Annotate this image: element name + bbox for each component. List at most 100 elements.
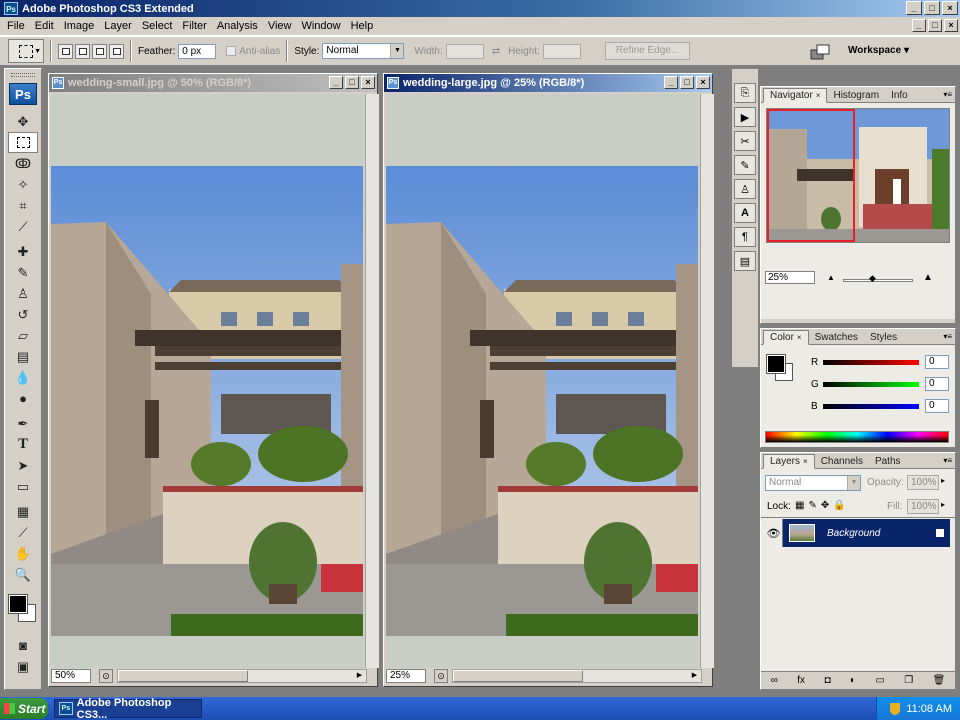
crop-tool-icon[interactable]: ⌗ — [8, 195, 38, 216]
document-title-bar[interactable]: Ps wedding-large.jpg @ 25% (RGB/8*) _ □ … — [384, 74, 712, 92]
green-slider[interactable] — [823, 381, 919, 387]
close-icon[interactable]: × — [797, 333, 802, 342]
zoom-in-icon[interactable]: ▲ — [923, 272, 933, 283]
doc-minimize-button[interactable]: _ — [912, 19, 926, 32]
minimize-button[interactable]: _ — [906, 1, 922, 15]
opacity-input[interactable]: 100% — [907, 475, 939, 490]
green-value-input[interactable]: 0 — [925, 377, 949, 391]
menu-image[interactable]: Image — [59, 20, 100, 32]
menu-filter[interactable]: Filter — [177, 20, 211, 32]
eraser-tool-icon[interactable]: ▱ — [8, 325, 38, 346]
workspace-icon[interactable] — [809, 42, 833, 62]
move-tool-icon[interactable]: ✥ — [8, 111, 38, 132]
menu-analysis[interactable]: Analysis — [212, 20, 263, 32]
notes-tool-icon[interactable]: ▦ — [8, 501, 38, 522]
navigator-zoom-field[interactable]: 25% — [765, 271, 815, 284]
paragraph-icon[interactable]: ¶ — [734, 227, 756, 247]
tab-styles[interactable]: Styles — [864, 331, 903, 344]
feather-input[interactable]: 0 px — [178, 43, 217, 59]
pen-tool-icon[interactable]: ✒ — [8, 413, 38, 434]
tab-histogram[interactable]: Histogram — [827, 89, 885, 102]
scroll-thumb[interactable] — [118, 670, 248, 682]
magic-wand-tool-icon[interactable]: ✧ — [8, 174, 38, 195]
tab-swatches[interactable]: Swatches — [809, 331, 864, 344]
quick-mask-icon[interactable]: ◙ — [8, 635, 38, 656]
trash-icon[interactable]: 🗑 — [933, 675, 946, 686]
style-select[interactable]: Normal ▼ — [322, 43, 405, 59]
tab-layers[interactable]: Layers × — [763, 454, 815, 469]
status-menu-icon[interactable]: ⊙ — [99, 669, 113, 683]
document-canvas[interactable] — [51, 94, 363, 668]
new-layer-icon[interactable]: ❐ — [904, 675, 913, 686]
menu-view[interactable]: View — [263, 20, 297, 32]
width-input[interactable] — [445, 43, 484, 59]
actions-icon[interactable]: ▶ — [734, 107, 756, 127]
add-to-selection-button[interactable] — [75, 43, 90, 59]
layer-mask-icon[interactable]: ◘ — [824, 675, 830, 686]
scroll-thumb[interactable] — [453, 670, 583, 682]
foreground-color-swatch[interactable] — [8, 594, 28, 614]
horizontal-scrollbar[interactable]: ▶ — [117, 669, 367, 683]
zoom-level-field[interactable]: 50% — [51, 669, 91, 683]
chevron-right-icon[interactable]: ▸ — [941, 500, 945, 509]
tab-navigator[interactable]: Navigator × — [763, 88, 828, 103]
shape-tool-icon[interactable]: ▭ — [8, 476, 38, 497]
maximize-button[interactable]: □ — [924, 1, 940, 15]
path-selection-tool-icon[interactable]: ➤ — [8, 455, 38, 476]
screen-mode-icon[interactable]: ▣ — [8, 656, 38, 677]
healing-brush-tool-icon[interactable]: ✚ — [8, 241, 38, 262]
eye-icon[interactable]: 👁 — [765, 519, 783, 547]
clone-stamp-tool-icon[interactable]: ♙ — [8, 283, 38, 304]
document-window-small[interactable]: Ps wedding-small.jpg @ 50% (RGB/8*) _ □ … — [48, 73, 379, 687]
tab-info[interactable]: Info — [885, 89, 914, 102]
tab-paths[interactable]: Paths — [869, 455, 907, 468]
maximize-button[interactable]: □ — [680, 76, 694, 89]
type-tool-icon[interactable]: T — [8, 434, 38, 455]
document-canvas[interactable] — [386, 94, 698, 668]
dodge-tool-icon[interactable]: ● — [8, 388, 38, 409]
marquee-tool-icon[interactable] — [8, 132, 38, 153]
minimize-button[interactable]: _ — [329, 76, 343, 89]
gradient-tool-icon[interactable]: ▤ — [8, 346, 38, 367]
menu-help[interactable]: Help — [346, 20, 379, 32]
panel-menu-icon[interactable]: ▾≡ — [943, 332, 952, 341]
blue-slider[interactable] — [823, 403, 919, 409]
document-title-bar[interactable]: Ps wedding-small.jpg @ 50% (RGB/8*) _ □ … — [49, 74, 377, 92]
maximize-button[interactable]: □ — [345, 76, 359, 89]
doc-close-button[interactable]: × — [944, 19, 958, 32]
menu-file[interactable]: File — [2, 20, 30, 32]
subtract-selection-button[interactable] — [92, 43, 107, 59]
menu-edit[interactable]: Edit — [30, 20, 59, 32]
red-slider[interactable] — [823, 359, 919, 365]
layer-style-icon[interactable]: fx — [797, 675, 805, 686]
lock-options-icons[interactable]: ▦✎✥🔒 — [795, 500, 850, 511]
swap-icon[interactable]: ⇄ — [492, 46, 500, 57]
zoom-out-icon[interactable]: ▲ — [827, 273, 835, 282]
intersect-selection-button[interactable] — [109, 43, 124, 59]
scroll-right-icon[interactable]: ▶ — [353, 670, 366, 682]
navigator-view-box[interactable] — [767, 109, 855, 242]
navigator-zoom-slider[interactable] — [843, 279, 913, 282]
blur-tool-icon[interactable]: 💧 — [8, 367, 38, 388]
tool-presets-icon[interactable]: ✂ — [734, 131, 756, 151]
link-layers-icon[interactable]: ∞ — [771, 675, 778, 686]
start-button[interactable]: Start — [0, 698, 48, 719]
height-input[interactable] — [542, 43, 581, 59]
close-button[interactable]: × — [942, 1, 958, 15]
layer-comps-icon[interactable]: ▤ — [734, 251, 756, 271]
doc-restore-button[interactable]: □ — [928, 19, 942, 32]
close-button[interactable]: × — [696, 76, 710, 89]
vertical-scrollbar[interactable] — [365, 94, 379, 668]
toolbox-grip[interactable] — [5, 69, 41, 81]
refine-edge-button[interactable]: Refine Edge... — [604, 42, 691, 60]
zoom-tool-icon[interactable]: 🔍 — [8, 564, 38, 585]
antialias-checkbox[interactable] — [226, 46, 237, 56]
eyedropper-tool-icon[interactable]: ⟋ — [8, 522, 38, 543]
panel-menu-icon[interactable]: ▾≡ — [943, 456, 952, 465]
character-icon[interactable]: A — [734, 203, 756, 223]
foreground-color-swatch[interactable] — [766, 354, 786, 374]
chevron-right-icon[interactable]: ▸ — [941, 476, 945, 485]
fill-input[interactable]: 100% — [907, 499, 939, 514]
scroll-right-icon[interactable]: ▶ — [688, 670, 701, 682]
document-window-large[interactable]: Ps wedding-large.jpg @ 25% (RGB/8*) _ □ … — [383, 73, 714, 687]
